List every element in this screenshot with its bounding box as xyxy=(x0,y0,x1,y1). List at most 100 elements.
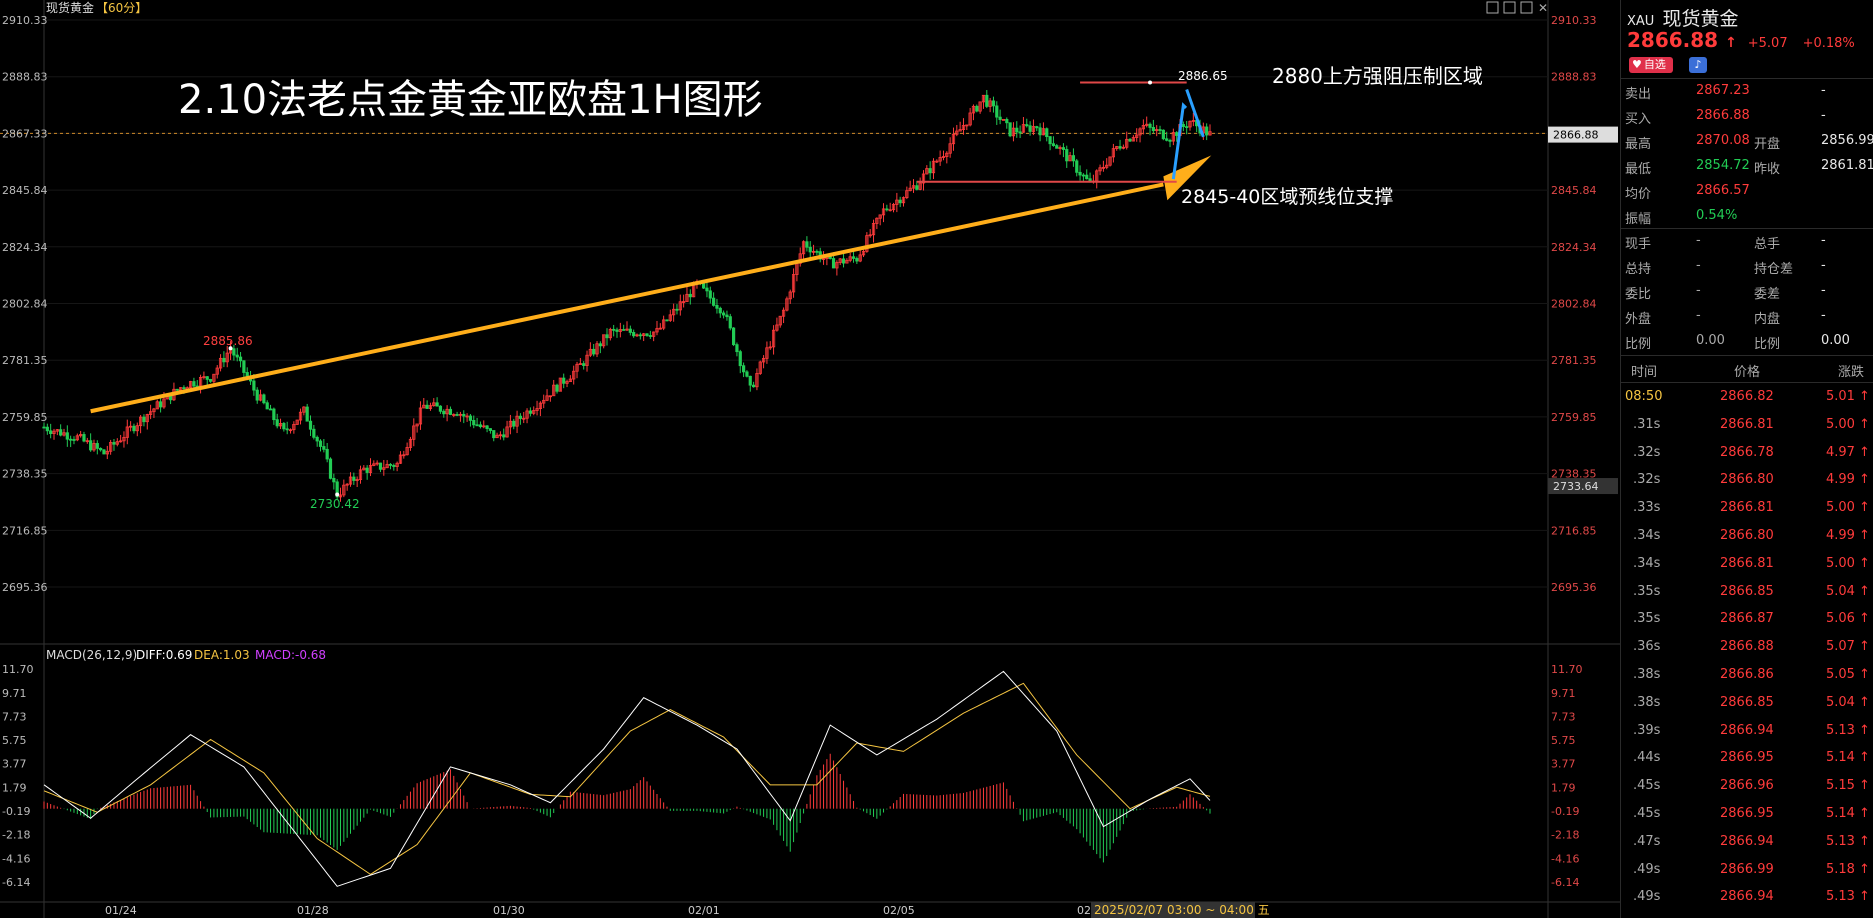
candle-body xyxy=(582,363,586,366)
stat-label: 比例 xyxy=(1625,337,1652,352)
candle-body xyxy=(528,410,532,414)
candle-body xyxy=(898,199,902,204)
trend-line xyxy=(90,182,1164,414)
tick-time: .34s xyxy=(1633,555,1661,571)
stat-row: 现手 - 总手 - xyxy=(1621,229,1873,254)
annotation-support: 2845-40区域预线位支撑 xyxy=(1181,186,1393,208)
candle-body xyxy=(1185,126,1189,128)
candle-body xyxy=(1015,127,1019,133)
candle-body xyxy=(605,334,609,339)
tick-time: .45s xyxy=(1633,778,1661,794)
tick-row: .34s 2866.80 4.99 ↑ xyxy=(1621,524,1873,549)
alert-bell-icon[interactable]: ♪ xyxy=(1689,57,1707,73)
quote-row: 最低 2854.72 昨收 2861.81 xyxy=(1621,154,1873,179)
candle-body xyxy=(598,343,602,347)
macd-tick-left: 3.77 xyxy=(2,758,27,771)
tick-row: .34s 2866.81 5.00 ↑ xyxy=(1621,552,1873,577)
candle-body xyxy=(365,467,369,473)
candle-body xyxy=(622,329,626,331)
candle-body xyxy=(702,283,706,289)
tick-change: 5.05 xyxy=(1826,667,1855,682)
tick-row: .39s 2866.94 5.13 ↑ xyxy=(1621,719,1873,744)
grid-icon[interactable] xyxy=(1503,1,1516,14)
tick-change: 5.01 xyxy=(1826,389,1855,404)
stat-label: 总持 xyxy=(1625,262,1652,277)
up-arrow-icon: ↑ xyxy=(1725,35,1737,51)
candle-body xyxy=(712,297,716,306)
candle-body xyxy=(308,420,313,430)
candle-body xyxy=(69,438,73,441)
candle-body xyxy=(1065,149,1069,162)
stat-value: - xyxy=(1696,258,1701,273)
tick-time: .33s xyxy=(1633,500,1661,516)
annotation-resistance: 2880上方强阻压制区域 xyxy=(1272,64,1483,88)
symbol-name: 现货黄金 xyxy=(1662,8,1739,30)
candle-body xyxy=(732,327,736,346)
layout-icon[interactable] xyxy=(1486,1,1499,14)
tick-time: .35s xyxy=(1633,611,1661,627)
up-arrow-icon: ↑ xyxy=(1859,778,1870,794)
min-marker xyxy=(335,492,340,497)
macd-tick-right: 9.71 xyxy=(1551,687,1576,700)
quote-label: 卖出 xyxy=(1625,87,1652,102)
candle-body xyxy=(448,408,453,415)
candle-body xyxy=(675,308,679,311)
stat-value2: - xyxy=(1821,233,1826,248)
tick-row: .38s 2866.85 5.04 ↑ xyxy=(1621,691,1873,716)
tick-price: 2866.95 xyxy=(1720,750,1774,766)
candle-body xyxy=(1035,126,1039,129)
candle-body xyxy=(1205,126,1209,136)
candle-body xyxy=(1075,160,1079,173)
candle-body xyxy=(928,168,932,174)
price-change-pct: +0.18% xyxy=(1802,36,1855,51)
x-tick: 02 xyxy=(1077,904,1091,917)
blue-arrow-down xyxy=(1185,88,1205,138)
candle-body xyxy=(1158,129,1162,131)
candle-body xyxy=(468,415,473,421)
candle-body xyxy=(65,432,69,440)
favorite-button[interactable]: ♥ 自选 xyxy=(1629,57,1673,73)
up-arrow-icon: ↑ xyxy=(1859,861,1870,877)
candle-body xyxy=(388,463,393,466)
candle-body xyxy=(158,401,163,408)
y-tick-right: 2888.83 xyxy=(1551,71,1597,84)
quote-row: 买入 2866.88 - xyxy=(1621,104,1873,129)
dea-line xyxy=(43,682,1211,875)
candle-body xyxy=(975,105,979,112)
candle-body xyxy=(392,465,396,467)
candle-body xyxy=(378,462,383,470)
candle-body xyxy=(425,404,429,409)
candle-body xyxy=(1081,174,1086,177)
candle-body xyxy=(99,447,103,451)
macd-tick-left: 11.70 xyxy=(2,663,34,676)
candle-body xyxy=(262,394,266,404)
close-icon[interactable]: ✕ xyxy=(1538,1,1548,15)
candle-body xyxy=(185,387,189,390)
candle-body xyxy=(435,402,439,407)
last-price: 2866.88 xyxy=(1627,28,1719,52)
y-tick-left: 2867.33 xyxy=(2,127,48,140)
symbol-code: XAU xyxy=(1627,14,1655,29)
candle-body xyxy=(615,329,619,332)
window-icon[interactable] xyxy=(1520,1,1533,14)
candle-body xyxy=(1118,146,1122,149)
stat-value2: 0.00 xyxy=(1821,333,1850,348)
tick-price: 2866.86 xyxy=(1720,667,1774,682)
candle-body xyxy=(645,333,649,336)
macd-tick-right: -2.18 xyxy=(1551,829,1579,842)
toolbar[interactable]: ✕ xyxy=(1486,1,1548,15)
candle-body xyxy=(312,428,316,438)
candle-body xyxy=(255,389,259,401)
chart-area[interactable]: 2910.332910.332888.832888.832867.332867.… xyxy=(0,0,1620,918)
quote-label: 最高 xyxy=(1625,137,1652,152)
tick-row: 08:50 2866.82 5.01 ↑ xyxy=(1621,385,1873,410)
candle-body xyxy=(332,477,336,483)
x-tick: 01/24 xyxy=(105,904,137,917)
tick-row: .45s 2866.95 5.14 ↑ xyxy=(1621,802,1873,827)
candle-body xyxy=(805,241,809,248)
tick-price: 2866.94 xyxy=(1720,833,1774,849)
heart-icon: ♥ xyxy=(1632,58,1642,71)
tick-row: .36s 2866.88 5.07 ↑ xyxy=(1621,635,1873,660)
candle-body xyxy=(728,316,732,329)
macd-header: MACD(26,12,9) xyxy=(46,648,137,662)
